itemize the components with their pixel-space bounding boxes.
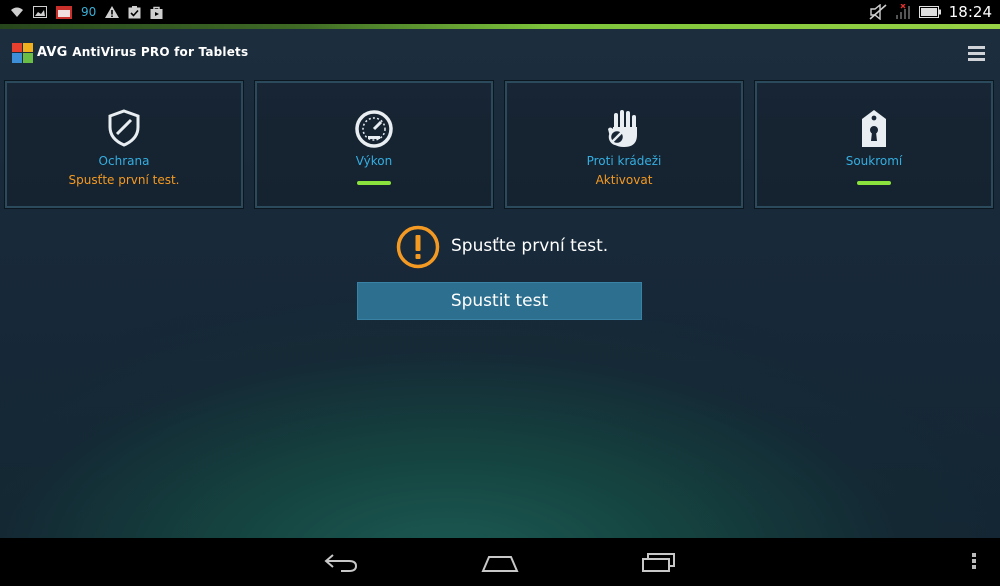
recents-icon[interactable] (641, 551, 677, 573)
app-title: AVG AntiVirus PRO for Tablets (37, 45, 248, 60)
tile-privacy[interactable]: Soukromí (754, 80, 994, 209)
bag-icon (150, 6, 163, 19)
nav-bar (0, 538, 1000, 586)
tile-protection[interactable]: Ochrana Spusťte první test. (4, 80, 244, 209)
shield-icon (108, 109, 140, 147)
tile-status: Spusťte první test. (68, 173, 180, 187)
tile-performance[interactable]: Výkon (254, 80, 494, 209)
hand-icon (608, 110, 637, 147)
tile-label: Ochrana (98, 154, 150, 168)
alert-message: Spusťte první test. (451, 236, 609, 256)
tag-lock-icon (862, 110, 886, 147)
mute-icon (869, 4, 887, 20)
tile-status: Aktivovat (595, 173, 653, 187)
status-bar: 90 18:24 (0, 0, 1000, 24)
exclamation-circle-icon (396, 225, 440, 269)
clock: 18:24 (948, 3, 992, 21)
overflow-icon[interactable] (972, 553, 976, 571)
no-signal-icon (895, 4, 910, 19)
calendar-icon (56, 5, 72, 19)
back-icon[interactable] (323, 551, 359, 573)
wifi-icon (11, 7, 23, 17)
tile-label: Výkon (355, 154, 393, 168)
tile-label: Soukromí (845, 154, 903, 168)
tile-anti-theft[interactable]: Proti krádeži Aktivovat (504, 80, 744, 209)
avg-logo-icon (12, 43, 33, 63)
warning-icon (105, 6, 120, 18)
battery-count: 90 (81, 5, 97, 19)
clipboard-icon (128, 5, 141, 18)
app-content: AVG AntiVirus PRO for Tablets Ochrana Sp… (0, 29, 1000, 538)
image-icon (33, 6, 47, 18)
brand-name: AVG (37, 45, 68, 60)
run-scan-button[interactable]: Spustit test (357, 282, 642, 320)
ok-indicator (857, 181, 891, 185)
battery-icon (918, 6, 941, 18)
tile-label: Proti krádeži (586, 154, 662, 168)
home-icon[interactable] (481, 551, 519, 573)
speedometer-icon (355, 110, 393, 148)
action-bar: AVG AntiVirus PRO for Tablets (0, 29, 1000, 77)
ok-indicator (357, 181, 391, 185)
app-title-text: AntiVirus PRO for Tablets (72, 45, 249, 59)
hamburger-icon[interactable] (968, 46, 985, 64)
